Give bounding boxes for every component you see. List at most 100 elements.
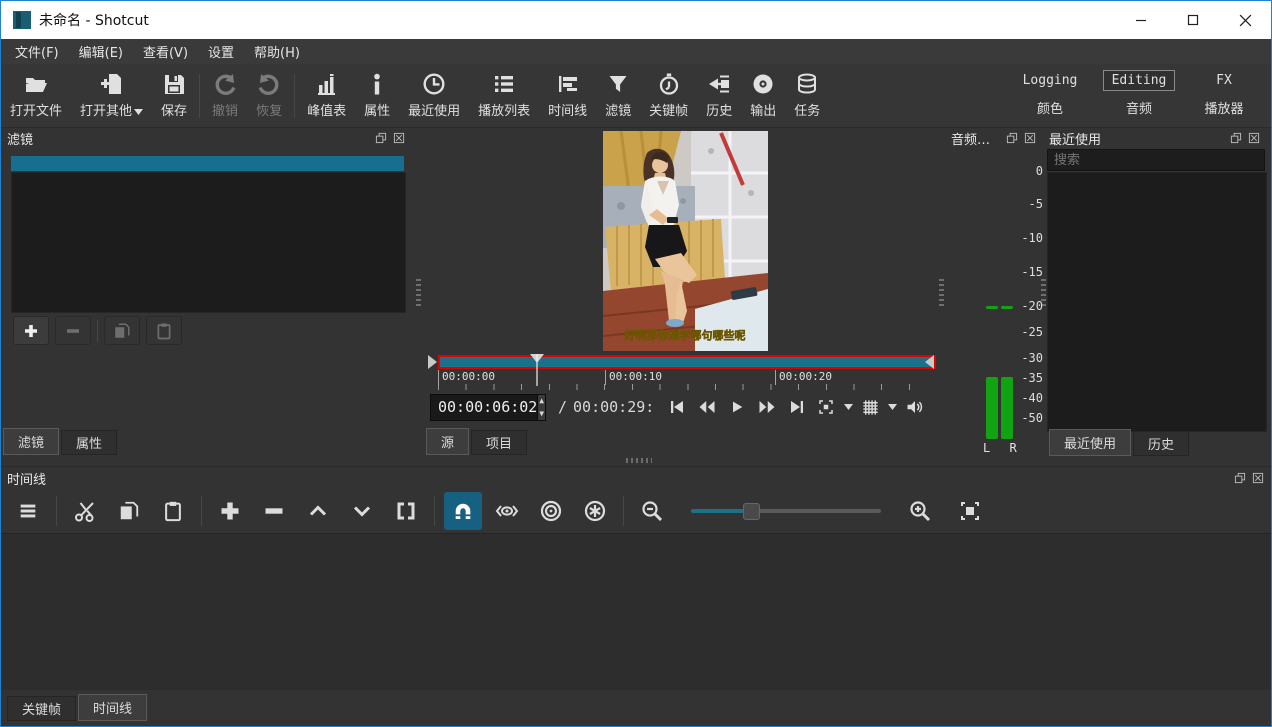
tab-filters[interactable]: 滤镜 xyxy=(3,428,59,455)
tab-history[interactable]: 历史 xyxy=(1133,431,1189,456)
minimize-button[interactable] xyxy=(1115,1,1167,39)
video-frame[interactable]: 好啊那你想学哪句哪些呢 xyxy=(603,131,768,351)
paste-button[interactable] xyxy=(154,492,192,530)
overwrite-button[interactable] xyxy=(343,492,381,530)
zoom-dropdown-button[interactable] xyxy=(841,394,855,420)
menu-edit[interactable]: 编辑(E) xyxy=(69,39,133,64)
volume-button[interactable] xyxy=(901,394,929,420)
grid-button[interactable] xyxy=(857,394,883,420)
splitter-handle[interactable] xyxy=(626,458,652,463)
playlist-button[interactable]: 播放列表 xyxy=(469,66,539,126)
recent-list[interactable] xyxy=(1047,172,1267,432)
zoom-fit-player-button[interactable] xyxy=(813,394,839,420)
jobs-button[interactable]: 任务 xyxy=(785,66,829,126)
split-button[interactable] xyxy=(387,492,425,530)
timeline-menu-button[interactable] xyxy=(9,492,47,530)
time-up-button[interactable]: ▲ xyxy=(538,395,545,408)
zoom-out-button[interactable] xyxy=(633,492,671,530)
float-panel-button[interactable] xyxy=(1233,471,1247,485)
tab-recent[interactable]: 最近使用 xyxy=(1049,429,1131,456)
paste-filters-button[interactable] xyxy=(146,316,182,345)
properties-button[interactable]: 属性 xyxy=(355,66,399,126)
copy-filters-button[interactable] xyxy=(104,316,140,345)
tab-project[interactable]: 项目 xyxy=(471,430,527,455)
layout-color[interactable]: 颜色 xyxy=(1029,96,1071,119)
grid-dropdown-button[interactable] xyxy=(885,394,899,420)
add-filter-button[interactable] xyxy=(13,316,49,345)
zoom-in-button[interactable] xyxy=(901,492,939,530)
scrub-bar[interactable] xyxy=(438,355,936,369)
peak-meter-button[interactable]: 峰值表 xyxy=(298,66,355,126)
tab-keyframes[interactable]: 关键帧 xyxy=(7,696,76,721)
peak-meter-icon xyxy=(315,72,339,96)
zoom-fit-timeline-button[interactable] xyxy=(951,492,989,530)
out-point-marker[interactable] xyxy=(925,354,935,370)
tab-source[interactable]: 源 xyxy=(426,428,469,455)
ripple-delete-button[interactable] xyxy=(255,492,293,530)
fast-forward-icon xyxy=(757,398,777,416)
scrub-while-dragging-button[interactable] xyxy=(488,492,526,530)
tab-timeline[interactable]: 时间线 xyxy=(78,694,147,721)
time-ruler[interactable]: 00:00:00 00:00:10 00:00:20 xyxy=(438,370,936,390)
save-button[interactable]: 保存 xyxy=(152,66,196,126)
time-down-button[interactable]: ▼ xyxy=(538,407,545,420)
ruler-label: 00:00:10 xyxy=(609,370,662,383)
menu-help[interactable]: 帮助(H) xyxy=(244,39,310,64)
cut-button[interactable] xyxy=(66,492,104,530)
open-other-button[interactable]: 打开其他 xyxy=(71,66,152,126)
ripple-button[interactable] xyxy=(532,492,570,530)
close-panel-button[interactable] xyxy=(1251,471,1265,485)
fast-forward-button[interactable] xyxy=(753,394,781,420)
splitter-handle[interactable] xyxy=(939,279,944,309)
in-point-marker[interactable] xyxy=(428,354,438,370)
remove-filter-button[interactable] xyxy=(55,316,91,345)
current-time-spinbox[interactable]: 00:00:06:02 ▲ ▼ xyxy=(430,394,546,421)
close-panel-button[interactable] xyxy=(1247,131,1261,145)
snap-button[interactable] xyxy=(444,492,482,530)
append-button[interactable] xyxy=(211,492,249,530)
tab-properties[interactable]: 属性 xyxy=(61,430,117,455)
history-button[interactable]: 历史 xyxy=(697,66,741,126)
menu-settings[interactable]: 设置 xyxy=(198,39,244,64)
timeline-icon xyxy=(556,72,580,96)
timeline-zoom-slider[interactable] xyxy=(691,501,881,521)
skip-to-end-button[interactable] xyxy=(783,394,811,420)
current-time-value[interactable]: 00:00:06:02 xyxy=(431,395,537,420)
splitter-handle[interactable] xyxy=(416,279,421,309)
close-panel-button[interactable] xyxy=(392,131,406,145)
layout-editing[interactable]: Editing xyxy=(1103,70,1176,91)
layout-logging[interactable]: Logging xyxy=(1015,71,1086,90)
rewind-button[interactable] xyxy=(693,394,721,420)
float-panel-button[interactable] xyxy=(1229,131,1243,145)
close-panel-button[interactable] xyxy=(1023,131,1037,145)
layout-fx[interactable]: FX xyxy=(1208,71,1240,90)
menu-file[interactable]: 文件(F) xyxy=(5,39,69,64)
lift-button[interactable] xyxy=(299,492,337,530)
float-panel-button[interactable] xyxy=(374,131,388,145)
undo-button[interactable]: 撤销 xyxy=(203,66,247,126)
filters-button[interactable]: 滤镜 xyxy=(596,66,640,126)
menu-view[interactable]: 查看(V) xyxy=(133,39,198,64)
ripple-all-button[interactable] xyxy=(576,492,614,530)
float-panel-button[interactable] xyxy=(1005,131,1019,145)
layout-audio[interactable]: 音频 xyxy=(1118,96,1160,119)
chevron-down-icon xyxy=(350,499,374,523)
filters-list[interactable] xyxy=(11,172,406,313)
copy-button[interactable] xyxy=(110,492,148,530)
search-input[interactable] xyxy=(1047,149,1265,171)
redo-button[interactable]: 恢复 xyxy=(247,66,291,126)
keyframes-button[interactable]: 关键帧 xyxy=(640,66,697,126)
export-button[interactable]: 输出 xyxy=(741,66,785,126)
open-file-button[interactable]: 打开文件 xyxy=(1,66,71,126)
maximize-button[interactable] xyxy=(1167,1,1219,39)
timeline-button[interactable]: 时间线 xyxy=(539,66,596,126)
play-button[interactable] xyxy=(723,394,751,420)
filters-selected-row[interactable] xyxy=(11,156,404,171)
timeline-tracks-area[interactable] xyxy=(1,533,1271,693)
clock-icon xyxy=(422,72,446,96)
zoom-slider-handle[interactable] xyxy=(743,503,760,520)
recent-button[interactable]: 最近使用 xyxy=(399,66,469,126)
layout-player[interactable]: 播放器 xyxy=(1196,96,1251,119)
skip-to-start-button[interactable] xyxy=(663,394,691,420)
close-button[interactable] xyxy=(1219,1,1271,39)
